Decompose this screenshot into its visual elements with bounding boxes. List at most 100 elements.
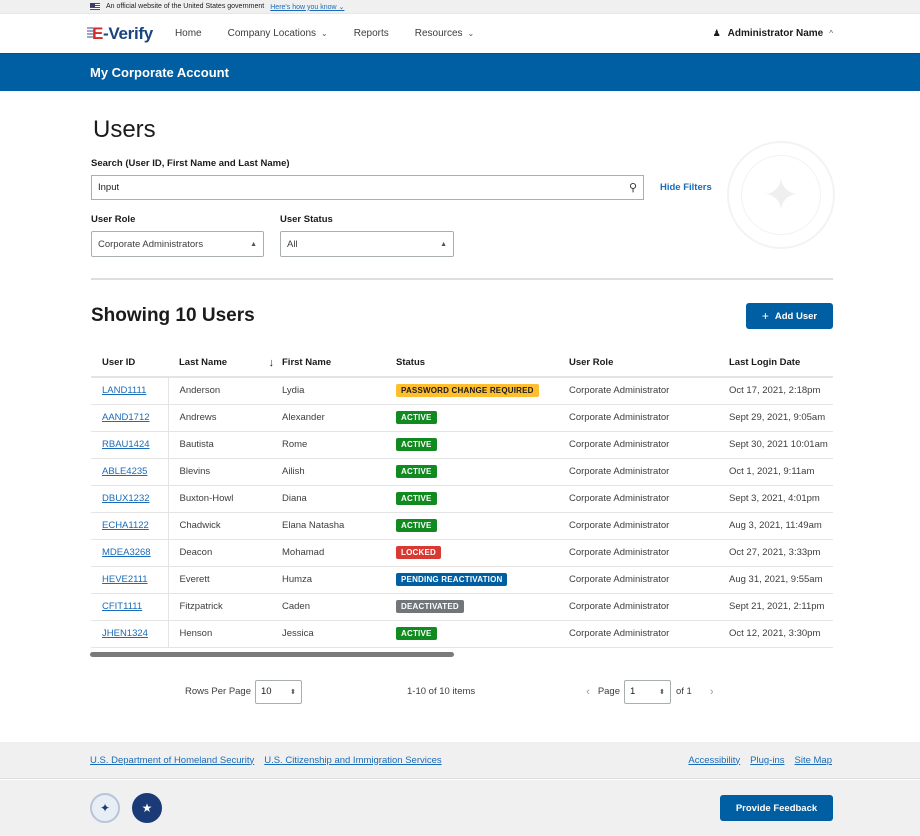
col-last-name-label: Last Name [179, 356, 228, 368]
first-name: Lydia [282, 385, 305, 397]
search-row: ⚲ Hide Filters [91, 175, 833, 200]
user-id-link[interactable]: CFIT1111 [102, 601, 142, 612]
cell-first-name: Alexander [282, 404, 396, 432]
col-status[interactable]: Status [396, 349, 569, 378]
table-row: CFIT1111 Fitzpatrick Caden DEACTIVATED Corpo… [91, 593, 833, 621]
nav-resources[interactable]: Resources ⌄ [415, 28, 475, 39]
everify-logo[interactable]: E - Verify [86, 24, 153, 44]
status-badge: ACTIVE [396, 492, 437, 505]
role-filter: User Role Corporate Administrators ▲ [91, 214, 264, 257]
cell-last-name: Deacon [168, 539, 282, 567]
cell-last-login: Sept 29, 2021, 9:05am [729, 404, 833, 432]
cell-last-name: Buxton-Howl [168, 485, 282, 513]
cell-user-role: Corporate Administrator [569, 458, 729, 486]
cell-first-name: Elana Natasha [282, 512, 396, 540]
cell-last-login: Oct 1, 2021, 9:11am [729, 458, 833, 486]
user-menu[interactable]: ♟ Administrator Name ^ [713, 28, 833, 39]
hide-filters-link[interactable]: Hide Filters [660, 182, 712, 193]
cell-first-name: Diana [282, 485, 396, 513]
cell-first-name: Mohamad [282, 539, 396, 567]
cell-status: PASSWORD CHANGE REQUIRED [396, 377, 569, 405]
users-table-container: User ID Last Name ↓ First Name Status Use… [91, 349, 833, 648]
sort-updown-icon: ⬍ [659, 688, 665, 696]
table-row: HEVE2111 Everett Humza PENDING REACTIVATION… [91, 566, 833, 594]
main-content: ✦ Users Search (User ID, First Name and … [0, 116, 920, 704]
cell-status: ACTIVE [396, 620, 569, 648]
footer-link-uscis[interactable]: U.S. Citizenship and Immigration Service… [264, 755, 441, 766]
cell-user-id: DBUX1232 [91, 485, 169, 513]
cell-user-id: LAND1111 [91, 377, 169, 405]
cell-last-login: Aug 3, 2021, 11:49am [729, 512, 833, 540]
user-id-link[interactable]: AAND1712 [102, 412, 150, 423]
role-select[interactable]: Corporate Administrators ▲ [91, 231, 264, 257]
horizontal-scrollbar[interactable] [90, 651, 454, 657]
prev-page-icon[interactable]: ‹ [586, 686, 590, 698]
sort-updown-icon: ⬍ [290, 688, 297, 696]
cell-first-name: Lydia [282, 377, 396, 405]
cell-status: ACTIVE [396, 404, 569, 432]
col-first-name[interactable]: First Name [282, 349, 396, 378]
provide-feedback-button[interactable]: Provide Feedback [720, 795, 833, 821]
footer-right-links: Accessibility Plug-ins Site Map [678, 755, 832, 766]
user-id-link[interactable]: MDEA3268 [102, 547, 151, 558]
user-id-link[interactable]: ABLE4235 [102, 466, 147, 477]
user-role: Corporate Administrator [569, 601, 670, 612]
rows-per-page-select[interactable]: 10 ⬍ [255, 679, 303, 704]
footer-link-accessibility[interactable]: Accessibility [688, 755, 740, 766]
user-role: Corporate Administrator [569, 493, 670, 504]
user-id-link[interactable]: RBAU1424 [102, 439, 150, 450]
items-summary: 1-10 of 10 items [407, 686, 476, 697]
footer-link-site-map[interactable]: Site Map [795, 755, 833, 766]
table-row: ECHA1122 Chadwick Elana Natasha ACTIVE Corpo… [91, 512, 833, 540]
cell-user-role: Corporate Administrator [569, 377, 729, 405]
cell-last-name: Everett [168, 566, 282, 594]
person-icon: ♟ [712, 28, 721, 38]
col-last-name[interactable]: Last Name ↓ [168, 349, 282, 378]
cell-user-id: CFIT1111 [91, 593, 169, 621]
nav-reports[interactable]: Reports [354, 28, 389, 39]
sort-arrow-down-icon[interactable]: ↓ [269, 357, 275, 369]
account-title: My Corporate Account [90, 65, 229, 80]
footer-link-plugins[interactable]: Plug-ins [750, 755, 784, 766]
footer-link-dhs[interactable]: U.S. Department of Homeland Security [90, 755, 254, 766]
first-name: Ailish [282, 466, 305, 477]
first-name: Caden [282, 601, 310, 612]
col-user-id[interactable]: User ID [91, 349, 168, 378]
page-select[interactable]: 1 ⬍ [624, 679, 671, 704]
dhs-seal-icon[interactable]: ✦ [90, 793, 120, 823]
status-badge: DEACTIVATED [396, 600, 464, 613]
cell-user-role: Corporate Administrator [569, 566, 729, 594]
user-id-link[interactable]: HEVE2111 [102, 574, 148, 585]
user-role: Corporate Administrator [569, 439, 670, 450]
col-user-role[interactable]: User Role [569, 349, 729, 378]
cell-first-name: Caden [282, 593, 396, 621]
table-row: RBAU1424 Bautista Rome ACTIVE Corporate Admi… [91, 431, 833, 459]
last-login-date: Aug 31, 2021, 9:55am [729, 574, 823, 585]
showing-count: Showing 10 Users [91, 305, 255, 326]
status-badge: ACTIVE [396, 438, 437, 451]
list-header: Showing 10 Users + Add User [91, 303, 833, 329]
cell-user-role: Corporate Administrator [569, 431, 729, 459]
search-icon[interactable]: ⚲ [629, 181, 637, 194]
how-you-know-link[interactable]: Here's how you know ⌄ [270, 3, 344, 11]
cell-last-login: Sept 30, 2021 10:01am [729, 431, 833, 459]
cell-user-id: JHEN1324 [91, 620, 169, 648]
nav-company-locations[interactable]: Company Locations ⌄ [228, 28, 328, 39]
search-field[interactable]: ⚲ [91, 175, 644, 200]
user-id-link[interactable]: LAND1111 [102, 385, 146, 396]
next-page-icon[interactable]: › [710, 686, 714, 698]
add-user-button[interactable]: + Add User [746, 303, 833, 329]
uscis-seal-icon[interactable]: ★ [132, 793, 162, 823]
last-name: Chadwick [179, 520, 221, 531]
status-filter: User Status All ▲ [280, 214, 454, 257]
user-id-link[interactable]: ECHA1122 [102, 520, 149, 531]
search-input[interactable] [98, 182, 629, 193]
user-id-link[interactable]: DBUX1232 [102, 493, 150, 504]
user-id-link[interactable]: JHEN1324 [102, 628, 148, 639]
nav-home[interactable]: Home [175, 28, 202, 39]
status-select[interactable]: All ▲ [280, 231, 454, 257]
cell-status: ACTIVE [396, 458, 569, 486]
first-name: Rome [282, 439, 308, 450]
col-last-login[interactable]: Last Login Date [729, 349, 833, 378]
last-login-date: Oct 17, 2021, 2:18pm [729, 385, 821, 397]
